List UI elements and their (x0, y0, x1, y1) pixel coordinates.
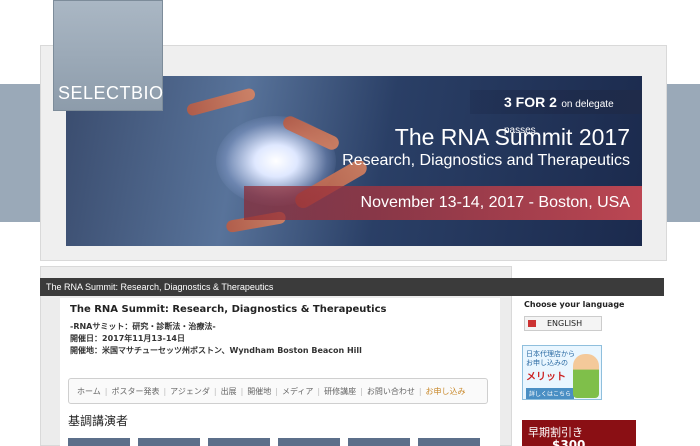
logo-text: SELECTBIO (58, 83, 164, 103)
banner-date-location: November 13-14, 2017 - Boston, USA (244, 186, 642, 220)
event-subtitle-jp: -RNAサミット：研究・診断法・治療法- (70, 322, 216, 331)
nav-item-register[interactable]: お申し込み (422, 386, 470, 397)
speaker-photo-row (68, 438, 480, 446)
event-venue: 開催地：米国マサチューセッツ州ボストン、Wyndham Boston Beaco… (70, 346, 362, 355)
banner-subtitle: Research, Diagnostics and Therapeutics (342, 152, 630, 169)
speaker-photo[interactable] (68, 438, 130, 446)
selectbio-logo[interactable]: SELECTBIO (53, 0, 163, 111)
speaker-photo[interactable] (418, 438, 480, 446)
early-bird-price: $300 (552, 438, 586, 446)
ad-details-link[interactable]: 詳しくはこちら (526, 388, 575, 399)
nav-item-venue[interactable]: 開催地 (243, 386, 275, 397)
keynote-heading: 基調講演者 (68, 414, 129, 428)
banner-title: The RNA Summit 2017 (394, 124, 630, 150)
english-button-label: ENGLISH (547, 319, 583, 328)
nav-item-home[interactable]: ホーム (73, 386, 105, 397)
nav-item-media[interactable]: メディア (278, 386, 317, 397)
nav-item-poster[interactable]: ポスター発表 (107, 386, 163, 397)
japan-agent-ad[interactable]: 日本代理店から お申し込みの メリット 詳しくはこちら (522, 345, 602, 400)
breadcrumb: The RNA Summit: Research, Diagnostics & … (40, 278, 664, 296)
mascot-illustration (573, 354, 599, 398)
speaker-photo[interactable] (138, 438, 200, 446)
english-language-button[interactable]: ENGLISH (524, 316, 602, 331)
promo-big-text: 3 FOR 2 (504, 94, 557, 110)
nav-item-contact[interactable]: お問い合わせ (363, 386, 419, 397)
nav-item-agenda[interactable]: アジェンダ (166, 386, 214, 397)
promo-ribbon: 3 FOR 2 on delegate passes (470, 90, 642, 136)
ad-line-2: お申し込みの (526, 359, 568, 367)
event-title: The RNA Summit: Research, Diagnostics & … (70, 304, 387, 315)
ad-line-3: メリット (526, 372, 566, 383)
nav-item-training[interactable]: 研修講座 (320, 386, 360, 397)
nav-item-exhibit[interactable]: 出展 (217, 386, 241, 397)
rna-strand-graphic (185, 87, 257, 117)
speaker-photo[interactable] (348, 438, 410, 446)
event-nav-bar: ホーム | ポスター発表 | アジェンダ | 出展 | 開催地 | メディア | 研修講座 |… (68, 378, 488, 404)
language-label: Choose your language (524, 300, 625, 309)
flag-icon (528, 320, 536, 327)
speaker-photo[interactable] (278, 438, 340, 446)
speaker-photo[interactable] (208, 438, 270, 446)
early-bird-box[interactable]: 早期割引き $300 (522, 420, 636, 446)
event-date: 開催日：2017年11月13-14日 (70, 334, 185, 343)
